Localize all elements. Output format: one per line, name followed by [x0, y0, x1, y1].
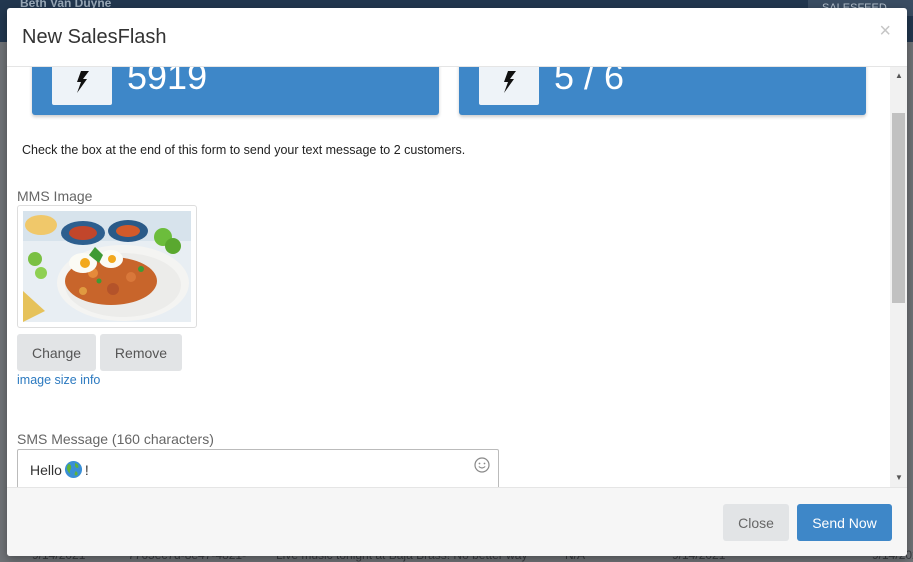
- close-icon[interactable]: ×: [879, 21, 891, 41]
- send-now-button[interactable]: Send Now: [797, 504, 892, 541]
- modal-header: New SalesFlash ×: [7, 8, 907, 67]
- food-photo: [23, 211, 191, 322]
- modal-body: 5919 5 / 6 Check the box at the end of t…: [7, 67, 907, 487]
- scroll-down-arrow-icon[interactable]: ▼: [895, 473, 903, 482]
- lightning-bolt-icon: [479, 67, 539, 105]
- mms-image-preview: [17, 205, 197, 328]
- stat-value: 5 / 6: [554, 67, 625, 97]
- remove-image-button[interactable]: Remove: [100, 334, 182, 371]
- emoji-picker-icon[interactable]: [474, 457, 490, 473]
- scroll-up-arrow-icon[interactable]: ▲: [895, 71, 903, 80]
- lightning-bolt-icon: [52, 67, 112, 105]
- sms-text-before: Hello: [30, 461, 62, 478]
- sms-message-text: Hello !: [30, 460, 89, 479]
- modal-title: New SalesFlash: [22, 26, 167, 48]
- sms-message-textarea[interactable]: Hello !: [17, 449, 499, 487]
- scrollbar-thumb[interactable]: [892, 113, 905, 303]
- customer-count-notice: Check the box at the end of this form to…: [22, 143, 466, 157]
- image-size-info-link[interactable]: image size info: [17, 373, 100, 387]
- close-button[interactable]: Close: [723, 504, 789, 541]
- globe-emoji-icon: [64, 460, 82, 479]
- sms-message-label: SMS Message (160 characters): [17, 431, 214, 447]
- stat-card-customers: 5919: [32, 67, 439, 115]
- change-image-button[interactable]: Change: [17, 334, 96, 371]
- stat-card-ratio: 5 / 6: [459, 67, 866, 115]
- modal-scrollbar[interactable]: ▲ ▼: [890, 67, 907, 487]
- sms-text-after: !: [84, 461, 89, 478]
- new-salesflash-modal: New SalesFlash × 5919 5 / 6 Check the bo…: [7, 8, 907, 556]
- mms-image-label: MMS Image: [17, 188, 93, 204]
- modal-footer: Close Send Now: [7, 487, 907, 556]
- stat-value: 5919: [127, 67, 208, 97]
